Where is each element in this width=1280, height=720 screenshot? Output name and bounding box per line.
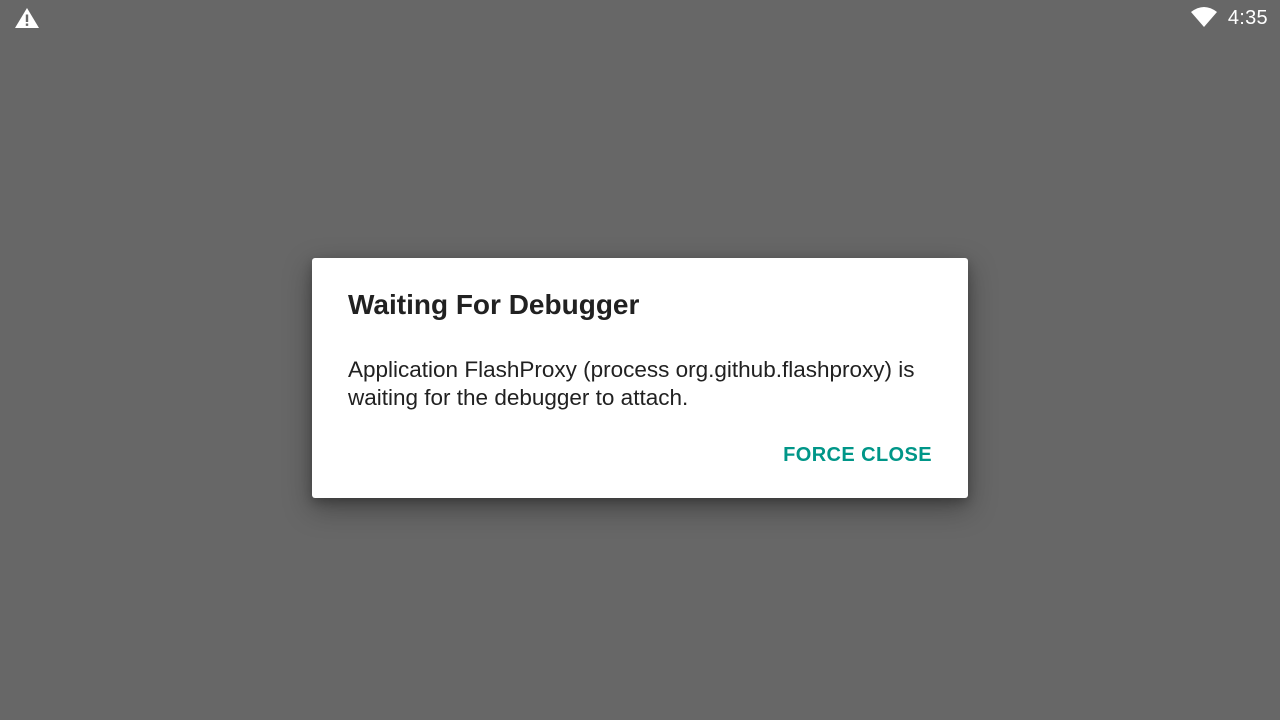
dialog-title: Waiting For Debugger <box>348 289 640 320</box>
wifi-icon <box>1190 7 1217 27</box>
screen: 4:35 Waiting For Debugger Application Fl… <box>0 0 1280 720</box>
debugger-dialog: Waiting For Debugger Application FlashPr… <box>312 258 968 498</box>
warning-icon <box>15 8 39 28</box>
status-right: 4:35 <box>1190 0 1268 36</box>
clock: 4:35 <box>1227 6 1268 29</box>
force-close-button[interactable]: FORCE CLOSE <box>777 438 938 473</box>
dialog-message: Application FlashProxy (process org.gith… <box>348 357 915 410</box>
status-bar: 4:35 <box>0 0 1280 36</box>
